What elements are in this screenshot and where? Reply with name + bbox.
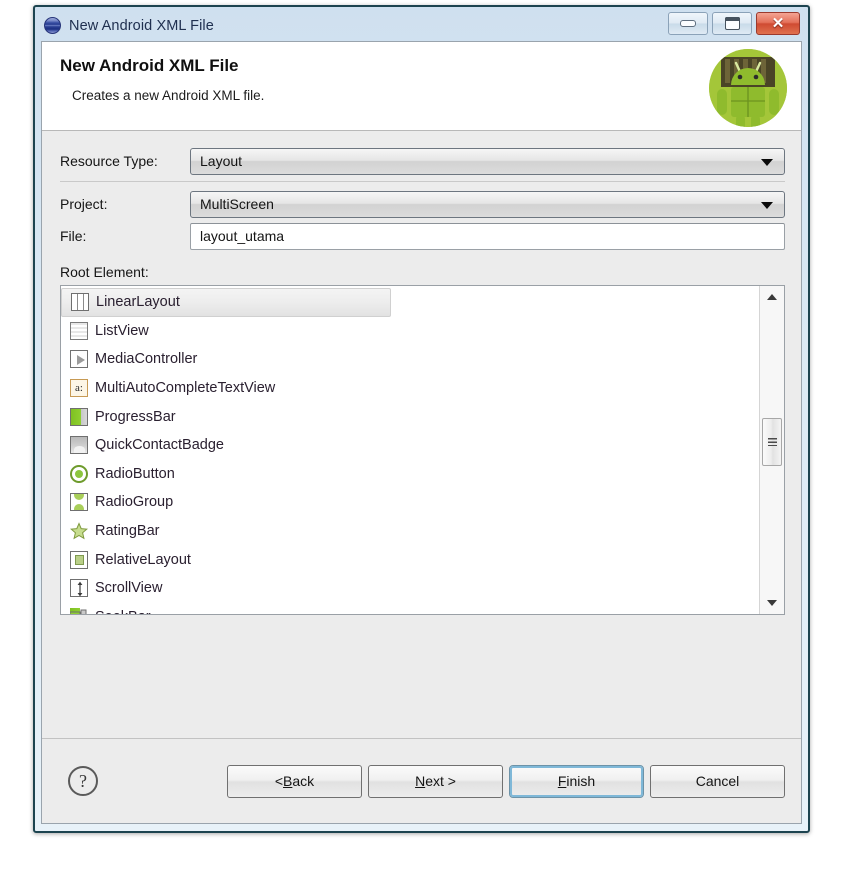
list-item-label: RatingBar	[95, 523, 160, 540]
list-item-label: ListView	[95, 322, 149, 339]
next-suffix: ext >	[425, 773, 456, 789]
form-divider	[60, 181, 785, 182]
list-item[interactable]: SeekBar	[61, 603, 758, 614]
maximize-button[interactable]	[712, 12, 752, 35]
chevron-down-icon	[761, 202, 773, 209]
quickcontactbadge-icon	[70, 436, 88, 455]
help-icon: ?	[79, 770, 87, 791]
scroll-up-icon[interactable]	[760, 286, 784, 308]
file-name-value: layout_utama	[200, 228, 285, 244]
list-item[interactable]: RadioButton	[61, 460, 758, 489]
mediacontroller-icon	[70, 350, 88, 369]
back-mnemonic: B	[283, 773, 293, 789]
radiobutton-icon	[70, 464, 88, 483]
progressbar-icon	[70, 407, 88, 426]
list-item-label: ProgressBar	[95, 408, 176, 425]
linearlayout-icon	[71, 293, 89, 312]
list-item-label: LinearLayout	[96, 294, 180, 311]
finish-button[interactable]: Finish	[509, 764, 644, 798]
scrollview-icon	[70, 579, 88, 598]
list-item[interactable]: ProgressBar	[61, 402, 758, 431]
list-item[interactable]: RadioGroup	[61, 488, 758, 517]
list-item-label: MediaController	[95, 351, 198, 368]
list-item-label: MultiAutoCompleteTextView	[95, 380, 276, 397]
file-label: File:	[60, 228, 87, 244]
form-area: Resource Type: Layout Project: MultiScre…	[42, 131, 801, 738]
back-prefix: <	[274, 773, 284, 789]
list-item[interactable]: QuickContactBadge	[61, 431, 758, 460]
back-suffix: ack	[292, 773, 315, 789]
button-bar: ? < Back Next > Finish Cancel	[42, 738, 801, 823]
cancel-label: Cancel	[695, 773, 740, 789]
list-item[interactable]: MediaController	[61, 345, 758, 374]
window-title: New Android XML File	[69, 17, 214, 34]
file-row: File: layout_utama	[60, 222, 785, 250]
root-element-label: Root Element:	[60, 264, 149, 280]
finish-mnemonic: F	[557, 773, 567, 789]
relativelayout-icon	[70, 550, 88, 569]
eclipse-globe-icon	[44, 17, 61, 34]
minimize-button[interactable]	[668, 12, 708, 35]
radiogroup-icon	[70, 493, 88, 512]
action-buttons: < Back Next > Finish Cancel	[227, 764, 785, 798]
list-item-label: RelativeLayout	[95, 551, 191, 568]
root-element-listbox[interactable]: LinearLayout ListView MediaController a:	[60, 285, 785, 615]
list-scrollbar[interactable]	[759, 286, 784, 614]
seekbar-icon	[69, 607, 88, 614]
minimize-icon	[680, 20, 696, 27]
ratingbar-star-icon	[69, 522, 89, 540]
next-mnemonic: N	[415, 773, 426, 789]
cancel-button[interactable]: Cancel	[650, 764, 785, 798]
list-item-label: QuickContactBadge	[95, 437, 224, 454]
list-item[interactable]: ListView	[61, 317, 758, 346]
scroll-down-icon[interactable]	[760, 592, 784, 614]
list-item-label: RadioButton	[95, 465, 175, 482]
android-robot-logo	[709, 49, 787, 127]
root-element-items: LinearLayout ListView MediaController a:	[61, 286, 758, 614]
dialog-body: New Android XML File Creates a new Andro…	[41, 41, 802, 824]
back-button[interactable]: < Back	[227, 764, 362, 798]
chevron-down-icon	[761, 159, 773, 166]
resource-type-label: Resource Type:	[60, 153, 158, 169]
project-combobox[interactable]: MultiScreen	[190, 190, 785, 218]
wizard-header: New Android XML File Creates a new Andro…	[42, 42, 801, 131]
file-name-input[interactable]: layout_utama	[190, 222, 785, 250]
next-button[interactable]: Next >	[368, 764, 503, 798]
list-item[interactable]: ScrollView	[61, 574, 758, 603]
multiautocompletetextview-icon: a:	[70, 379, 88, 398]
resource-type-value: Layout	[200, 153, 243, 169]
list-item-label: ScrollView	[95, 580, 163, 597]
help-button[interactable]: ?	[68, 766, 98, 796]
project-value: MultiScreen	[200, 196, 274, 212]
page-title: New Android XML File	[60, 56, 239, 75]
list-item-label: RadioGroup	[95, 494, 174, 511]
listview-icon	[70, 321, 88, 340]
scroll-thumb-grip	[767, 438, 777, 446]
title-bar: New Android XML File ✕	[41, 10, 802, 41]
window-controls: ✕	[668, 12, 800, 35]
page-subtitle: Creates a new Android XML file.	[72, 88, 265, 103]
list-item[interactable]: RatingBar	[61, 517, 758, 546]
finish-suffix: inish	[566, 773, 596, 789]
list-item[interactable]: a: MultiAutoCompleteTextView	[61, 374, 758, 403]
maximize-icon	[724, 17, 740, 30]
list-item[interactable]: LinearLayout	[61, 288, 391, 317]
close-icon: ✕	[771, 15, 785, 32]
close-button[interactable]: ✕	[756, 12, 800, 35]
new-android-xml-file-dialog: New Android XML File ✕ New Android XML F…	[33, 5, 810, 833]
list-item[interactable]: RelativeLayout	[61, 545, 758, 574]
dialog-inner-frame: New Android XML File ✕ New Android XML F…	[35, 7, 808, 831]
resource-type-row: Resource Type: Layout	[60, 147, 785, 175]
project-label: Project:	[60, 196, 108, 212]
resource-type-combobox[interactable]: Layout	[190, 147, 785, 175]
list-item-label: SeekBar	[95, 609, 151, 614]
project-row: Project: MultiScreen	[60, 190, 785, 218]
scroll-thumb[interactable]	[762, 418, 782, 466]
